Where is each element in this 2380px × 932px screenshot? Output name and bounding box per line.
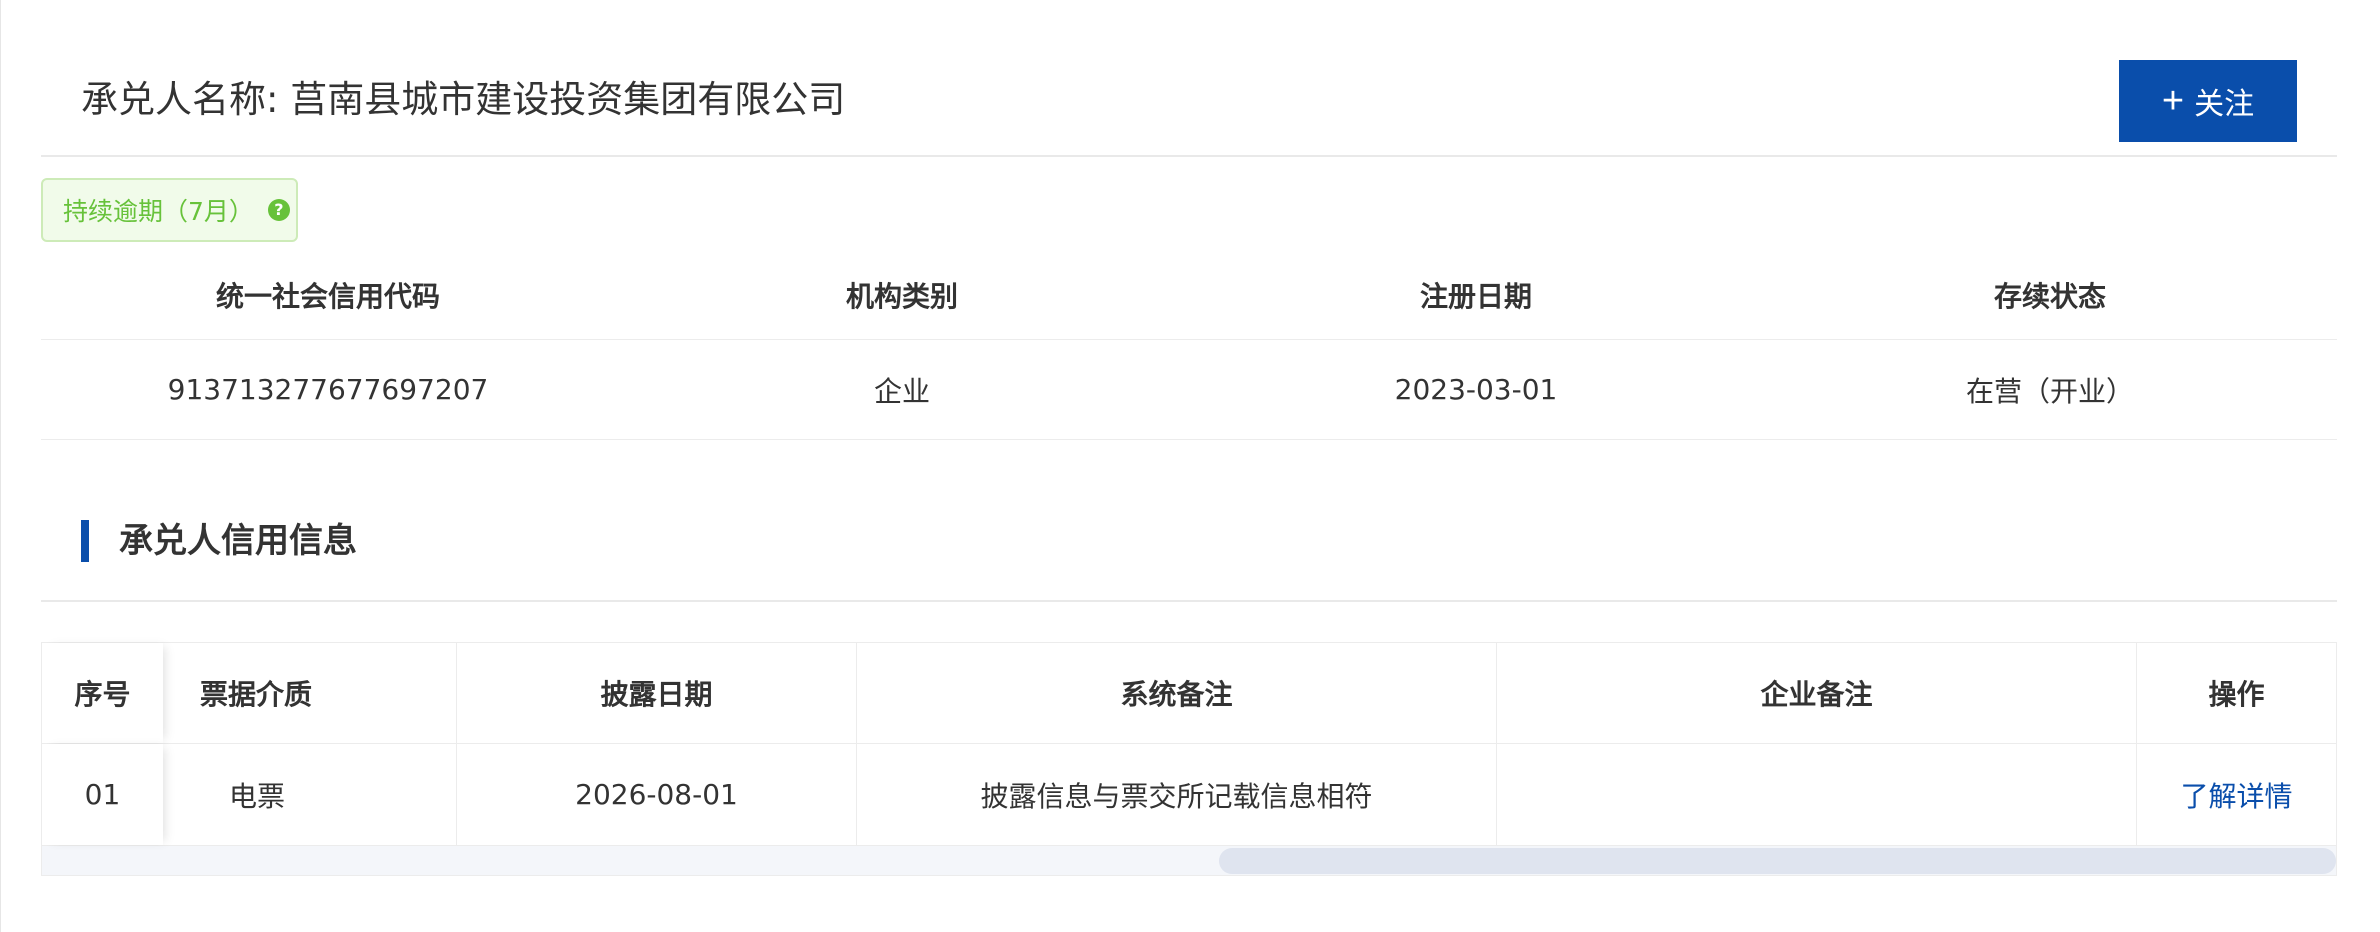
- acceptor-header: 承兑人名称: 莒南县城市建设投资集团有限公司 + 关注: [41, 60, 2337, 157]
- page: 承兑人名称: 莒南县城市建设投资集团有限公司 + 关注 持续逾期（7月） ? 统…: [0, 0, 2380, 932]
- follow-button[interactable]: + 关注: [2119, 60, 2297, 142]
- header-company-note: 企业备注: [1497, 643, 2137, 743]
- left-border: [0, 0, 1, 932]
- company-info-table: 统一社会信用代码 机构类别 注册日期 存续状态 9137132776776972…: [41, 250, 2337, 440]
- help-icon[interactable]: ?: [267, 199, 290, 221]
- section-divider: [41, 600, 2337, 602]
- header-credit-code: 统一社会信用代码: [215, 279, 440, 313]
- row-system-note: 披露信息与票交所记载信息相符: [857, 744, 1497, 845]
- row-medium: 电票: [163, 744, 457, 845]
- header-org-type: 机构类别: [845, 279, 958, 313]
- value-status: 在营（开业）: [1965, 374, 2134, 408]
- follow-button-label: 关注: [2194, 88, 2255, 121]
- header-medium: 票据介质: [163, 643, 457, 743]
- header-action: 操作: [2137, 643, 2336, 743]
- value-org-type: 企业: [873, 374, 930, 408]
- credit-info-section-title: 承兑人信用信息: [81, 520, 357, 562]
- value-credit-code: 913713277677697207: [167, 373, 489, 406]
- credit-info-table: 序号 票据介质 披露日期 系统备注 企业备注 操作 01 电票 2026-08-…: [41, 642, 2337, 876]
- info-header-row: 统一社会信用代码 机构类别 注册日期 存续状态: [41, 250, 2337, 340]
- table-row: 01 电票 2026-08-01 披露信息与票交所记载信息相符 了解详情: [42, 744, 2336, 845]
- plus-icon: +: [2161, 80, 2185, 122]
- scrollbar-thumb[interactable]: [1219, 848, 2336, 874]
- credit-table-header-row: 序号 票据介质 披露日期 系统备注 企业备注 操作: [42, 643, 2336, 744]
- horizontal-scrollbar[interactable]: [42, 845, 2336, 875]
- row-disclosure-date: 2026-08-01: [457, 744, 857, 845]
- row-company-note: [1497, 744, 2137, 845]
- acceptor-title: 承兑人名称: 莒南县城市建设投资集团有限公司: [81, 78, 846, 121]
- overdue-status-tag: 持续逾期（7月） ?: [41, 178, 298, 242]
- info-value-row: 913713277677697207 企业 2023-03-01 在营（开业）: [41, 340, 2337, 440]
- view-details-link[interactable]: 了解详情: [2180, 775, 2292, 815]
- header-status: 存续状态: [1993, 279, 2106, 313]
- row-index: 01: [42, 744, 163, 845]
- overdue-tag-label: 持续逾期（7月）: [63, 197, 254, 226]
- row-action-cell: 了解详情: [2137, 744, 2336, 845]
- header-disclosure-date: 披露日期: [457, 643, 857, 743]
- header-system-note: 系统备注: [857, 643, 1497, 743]
- value-register-date: 2023-03-01: [1394, 373, 1558, 406]
- header-register-date: 注册日期: [1419, 279, 1532, 313]
- header-index: 序号: [42, 643, 163, 743]
